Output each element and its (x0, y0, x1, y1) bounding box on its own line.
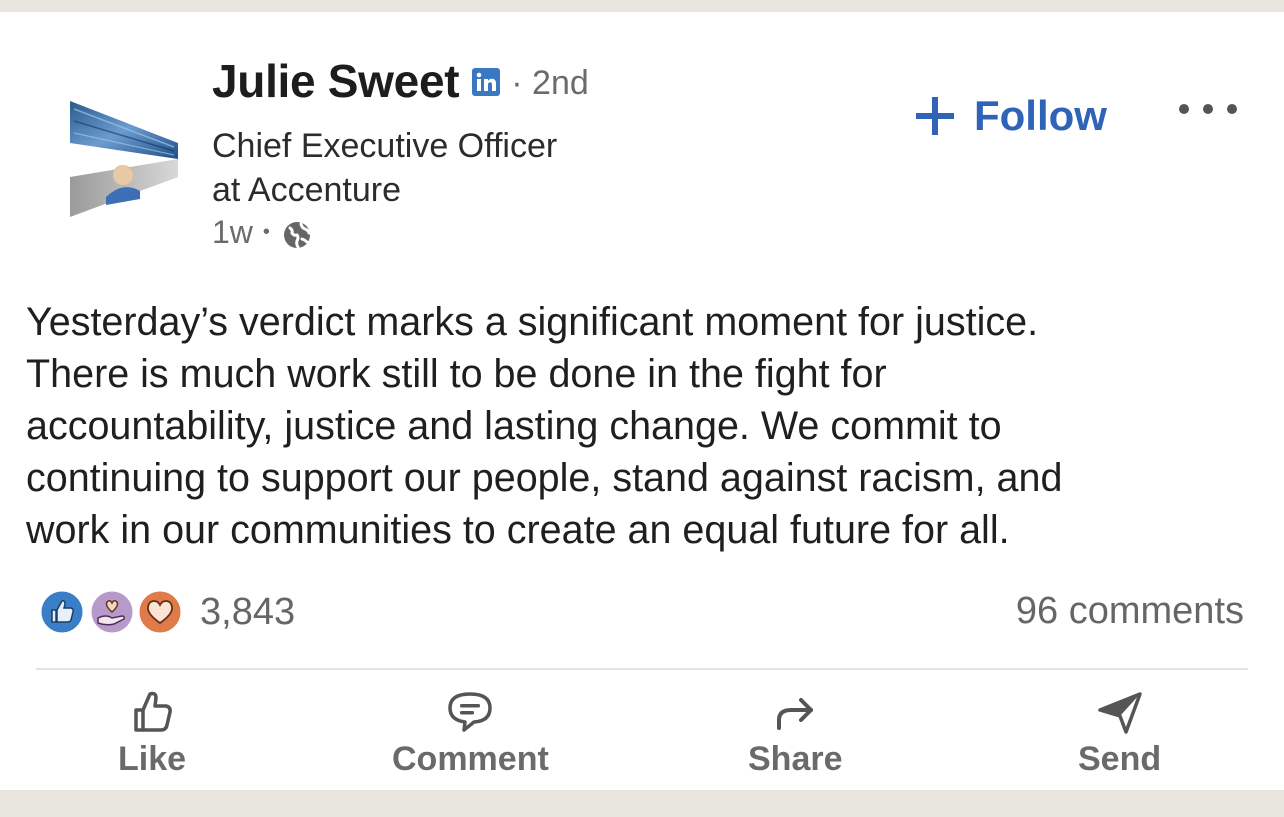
follow-button[interactable]: Follow (914, 92, 1107, 140)
support-reaction-icon (88, 588, 136, 636)
connection-degree: · 2nd (511, 63, 589, 102)
more-options-button[interactable] (1172, 94, 1244, 124)
follow-label: Follow (974, 92, 1107, 139)
plus-icon (916, 97, 954, 135)
send-label: Send (1078, 740, 1162, 778)
reaction-icons (38, 588, 186, 636)
share-button[interactable]: Share (748, 688, 843, 779)
like-reaction-icon (38, 588, 86, 636)
author-avatar[interactable] (70, 87, 182, 222)
meta-separator: • (262, 221, 270, 243)
post-body: Yesterday’s verdict marks a significant … (26, 296, 1266, 556)
thumbs-up-icon (134, 691, 172, 732)
author-headline: Chief Executive Officer at Accenture (212, 124, 692, 212)
more-horizontal-icon (1179, 104, 1237, 114)
comment-label: Comment (392, 740, 549, 778)
divider (36, 668, 1248, 670)
author-name-row: Julie Sweet · 2nd (212, 54, 589, 108)
post-text-line: continuing to support our people, stand … (26, 456, 1063, 500)
comment-button[interactable]: Comment (392, 688, 549, 779)
headline-line-2: at Accenture (212, 171, 402, 209)
post-time: 1w (212, 214, 253, 250)
post-text-line: There is much work still to be done in t… (26, 352, 887, 396)
headline-line-1: Chief Executive Officer (212, 127, 558, 165)
love-reaction-icon (136, 588, 184, 636)
post-text-line: Yesterday’s verdict marks a significant … (26, 300, 1039, 344)
like-label: Like (118, 740, 187, 778)
author-name[interactable]: Julie Sweet (212, 54, 460, 108)
comments-count-link[interactable]: 96 comments (1016, 590, 1244, 633)
linkedin-in-icon (471, 67, 501, 97)
reactions-summary[interactable]: 3,843 (38, 588, 295, 636)
post-card: Julie Sweet · 2nd Chief Executive Office… (0, 12, 1284, 790)
reaction-count: 3,843 (200, 590, 296, 633)
globe-icon (282, 220, 312, 250)
like-button[interactable]: Like (118, 688, 186, 779)
send-paper-plane-icon (1097, 692, 1142, 734)
post-text-line: work in our communities to create an equ… (26, 508, 1010, 552)
post-meta: 1w • (212, 214, 312, 251)
share-label: Share (748, 740, 843, 778)
comment-icon (448, 692, 493, 732)
share-arrow-icon (777, 698, 814, 730)
send-button[interactable]: Send (1078, 688, 1161, 779)
post-text-line: accountability, justice and lasting chan… (26, 404, 1002, 448)
